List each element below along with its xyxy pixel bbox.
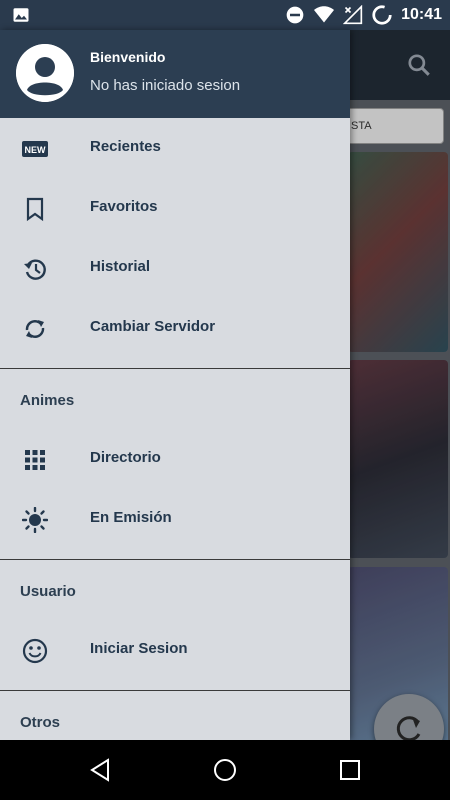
drawer-item-cambiar-servidor[interactable]: Cambiar Servidor (0, 298, 350, 358)
smiley-icon (22, 638, 48, 664)
home-icon[interactable] (213, 758, 237, 782)
status-bar: 10:41 (0, 0, 450, 30)
drawer-item-en-emision[interactable]: En Emisión (0, 489, 350, 549)
navigation-drawer: Bienvenido No has iniciado sesion NEW Re… (0, 30, 350, 740)
back-icon[interactable] (88, 758, 112, 782)
history-icon (24, 259, 46, 280)
system-nav-bar (0, 740, 450, 800)
new-icon: NEW (22, 141, 48, 157)
clock: 10:41 (401, 6, 442, 23)
recents-icon[interactable] (338, 758, 362, 782)
bookmark-icon (26, 197, 44, 222)
account-circle-icon[interactable] (16, 44, 74, 102)
drawer-subtitle: No has iniciado sesion (90, 77, 241, 94)
drawer-item-directorio[interactable]: Directorio (0, 429, 350, 489)
do-not-disturb-icon (286, 6, 304, 24)
divider (0, 690, 350, 691)
image-icon (13, 8, 29, 22)
divider (0, 368, 350, 369)
no-signal-icon (343, 5, 363, 25)
battery-loading-icon (372, 5, 392, 25)
wifi-icon (314, 6, 335, 23)
svg-text:NEW: NEW (25, 145, 47, 155)
drawer-item-favoritos[interactable]: Favoritos (0, 178, 350, 238)
drawer-header: Bienvenido No has iniciado sesion (0, 30, 350, 118)
sync-icon (25, 320, 45, 338)
divider (0, 559, 350, 560)
section-title-usuario: Usuario (20, 583, 76, 600)
section-title-otros: Otros (20, 714, 61, 731)
drawer-item-historial[interactable]: Historial (0, 238, 350, 298)
section-title-animes: Animes (20, 392, 75, 409)
grid-icon (25, 450, 45, 470)
drawer-item-iniciar-sesion[interactable]: Iniciar Sesion (0, 620, 350, 680)
brightness-icon (22, 507, 48, 533)
drawer-item-recientes[interactable]: NEW Recientes (0, 118, 350, 178)
drawer-title: Bienvenido (90, 49, 166, 65)
